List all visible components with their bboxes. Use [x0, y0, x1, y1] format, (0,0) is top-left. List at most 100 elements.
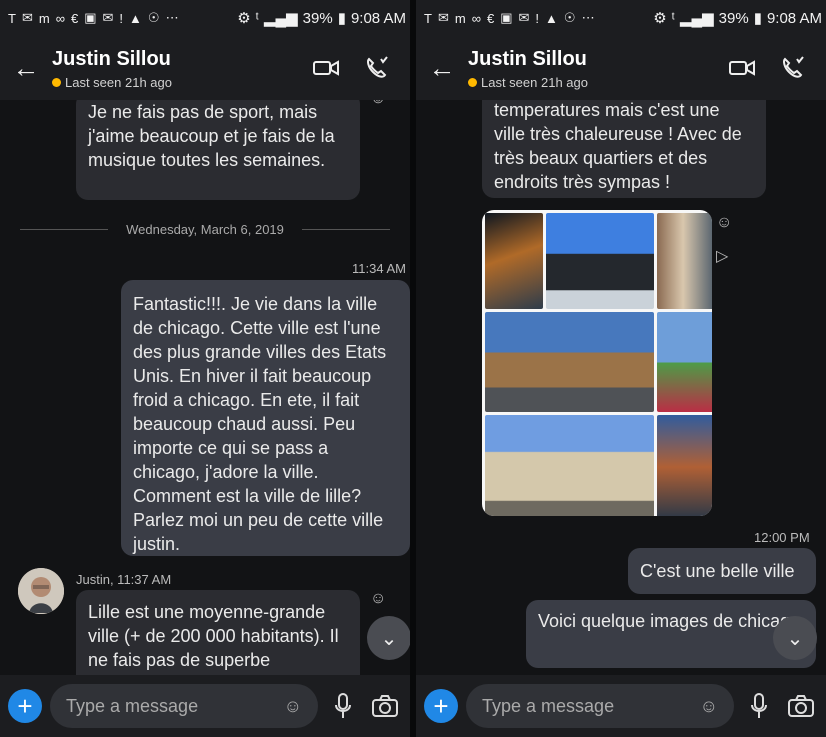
emoji-icon[interactable]: ☺: [284, 696, 302, 717]
call-actions: [726, 52, 826, 84]
notification-icons: T ✉ m ∞ € ▣ ✉ ! ▲ ☉ ⋯: [424, 10, 596, 26]
microphone-button[interactable]: [326, 689, 360, 723]
notification-icon: T: [8, 10, 17, 26]
message-list[interactable]: temperatures mais c'est une ville très c…: [416, 100, 826, 675]
video-camera-icon: [313, 60, 339, 76]
gallery-icon: ▣: [84, 10, 98, 25]
chevron-down-icon: ⌄: [786, 627, 804, 650]
settings-icon: ⚙: [237, 10, 251, 27]
camera-button[interactable]: [368, 689, 402, 723]
battery-icon: ▮: [753, 10, 762, 27]
battery-icon: ▮: [337, 10, 346, 27]
message-text: Voici quelque images de chicago: [538, 611, 801, 631]
more-icon: ⋯: [165, 10, 180, 25]
received-message[interactable]: Lille est une moyenne-grande ville (+ de…: [76, 590, 360, 675]
contact-name: Justin Sillou: [52, 47, 171, 70]
person-avatar-icon: [18, 568, 64, 614]
sent-message[interactable]: C'est une belle ville: [628, 548, 816, 594]
message-text: temperatures mais c'est une ville très c…: [494, 100, 742, 192]
message-input[interactable]: Type a message ☺: [466, 684, 734, 728]
city-photo: [485, 415, 654, 516]
status-time: 9:08 AM: [350, 9, 406, 27]
contact-info[interactable]: Justin Sillou Last seen 21h ago: [468, 47, 726, 90]
status-time: 9:08 AM: [766, 9, 822, 27]
call-actions: [310, 52, 410, 84]
wifi-icon: ᵗ: [671, 9, 675, 27]
video-camera-icon: [729, 60, 755, 76]
app-icon: ∞: [55, 10, 66, 26]
back-button[interactable]: ←: [416, 53, 468, 84]
app-icon: ∞: [471, 10, 482, 26]
back-button[interactable]: ←: [0, 53, 52, 84]
camera-icon: [372, 695, 398, 717]
add-button[interactable]: +: [424, 689, 458, 723]
presence-status: Last seen 21h ago: [468, 75, 726, 90]
microphone-icon: [335, 693, 351, 718]
settings-icon: ⚙: [653, 10, 667, 27]
notification-icon: ▲: [545, 10, 559, 26]
video-call-button[interactable]: [310, 52, 342, 84]
presence-status: Last seen 21h ago: [52, 75, 310, 90]
scroll-down-button[interactable]: ⌄: [773, 616, 817, 660]
message-composer: + Type a message ☺: [416, 675, 826, 737]
divider-line: [20, 229, 109, 230]
notification-icons: T ✉ m ∞ € ▣ ✉ ! ▲ ☉ ⋯: [8, 10, 180, 26]
notification-icon: T: [424, 10, 433, 26]
received-message[interactable]: Je ne fais pas de sport, mais j'aime bea…: [76, 100, 360, 200]
message-text: C'est une belle ville: [640, 561, 795, 581]
right-screen: T ✉ m ∞ € ▣ ✉ ! ▲ ☉ ⋯ ⚙ ᵗ ▂▄▆ 39% ▮ 9:08…: [416, 0, 826, 737]
scroll-down-button[interactable]: ⌄: [367, 616, 410, 660]
dual-screen-layout: T ✉ m ∞ € ▣ ✉ ! ▲ ☉ ⋯ ⚙ ᵗ ▂▄▆ 39% ▮ 9:08…: [0, 0, 826, 737]
message-placeholder: Type a message: [482, 695, 615, 716]
app-icon: !: [119, 10, 125, 26]
alarm-icon: ☉: [147, 10, 161, 25]
system-status: ⚙ ᵗ ▂▄▆ 39% ▮ 9:08 AM: [653, 9, 822, 28]
emoji-icon[interactable]: ☺: [700, 696, 718, 717]
message-input[interactable]: Type a message ☺: [50, 684, 318, 728]
status-bar: T ✉ m ∞ € ▣ ✉ ! ▲ ☉ ⋯ ⚙ ᵗ ▂▄▆ 39% ▮ 9:08…: [416, 0, 826, 36]
date-label: Wednesday, March 6, 2019: [126, 222, 284, 237]
sent-message[interactable]: Fantastic!!!. Je vie dans la ville de ch…: [121, 280, 410, 556]
contact-info[interactable]: Justin Sillou Last seen 21h ago: [52, 47, 310, 90]
app-icon: m: [38, 10, 51, 26]
image-collage[interactable]: [482, 210, 712, 516]
contact-name: Justin Sillou: [468, 47, 587, 70]
received-message[interactable]: temperatures mais c'est une ville très c…: [482, 100, 766, 198]
app-icon: €: [486, 10, 496, 26]
gallery-icon: ▣: [500, 10, 514, 25]
city-photo: [657, 312, 712, 412]
video-call-button[interactable]: [726, 52, 758, 84]
battery-percentage: 39%: [302, 9, 333, 27]
signal-icon: ▂▄▆: [263, 10, 298, 27]
emoji-reaction-icon[interactable]: ☺: [370, 100, 386, 108]
phone-icon: [367, 56, 388, 78]
send-arrow-icon[interactable]: ▷: [716, 246, 728, 266]
app-icon: ✉: [518, 10, 531, 25]
camera-button[interactable]: [784, 689, 818, 723]
app-icon: m: [454, 10, 467, 26]
microphone-button[interactable]: [742, 689, 776, 723]
more-icon: ⋯: [581, 10, 596, 25]
wifi-icon: ᵗ: [255, 9, 259, 27]
chevron-down-icon: ⌄: [380, 627, 398, 650]
avatar[interactable]: [18, 568, 64, 614]
alarm-icon: ☉: [563, 10, 577, 25]
message-list[interactable]: Je ne fais pas de sport, mais j'aime bea…: [0, 100, 410, 675]
city-photo: [657, 213, 712, 309]
audio-call-button[interactable]: [776, 52, 808, 84]
date-divider: Wednesday, March 6, 2019: [20, 222, 390, 237]
phone-icon: [783, 56, 804, 78]
emoji-reaction-icon[interactable]: ☺: [716, 214, 732, 232]
add-button[interactable]: +: [8, 689, 42, 723]
status-bar: T ✉ m ∞ € ▣ ✉ ! ▲ ☉ ⋯ ⚙ ᵗ ▂▄▆ 39% ▮ 9:08…: [0, 0, 410, 36]
sender-time: Justin, 11:37 AM: [76, 572, 172, 587]
chat-header: ← Justin Sillou Last seen 21h ago: [0, 36, 410, 100]
message-composer: + Type a message ☺: [0, 675, 410, 737]
emoji-reaction-icon[interactable]: ☺: [370, 590, 386, 608]
message-placeholder: Type a message: [66, 695, 199, 716]
divider-line: [301, 229, 390, 230]
message-time: 12:00 PM: [754, 530, 810, 545]
app-icon: ✉: [102, 10, 115, 25]
city-photo: [546, 213, 654, 309]
audio-call-button[interactable]: [360, 52, 392, 84]
